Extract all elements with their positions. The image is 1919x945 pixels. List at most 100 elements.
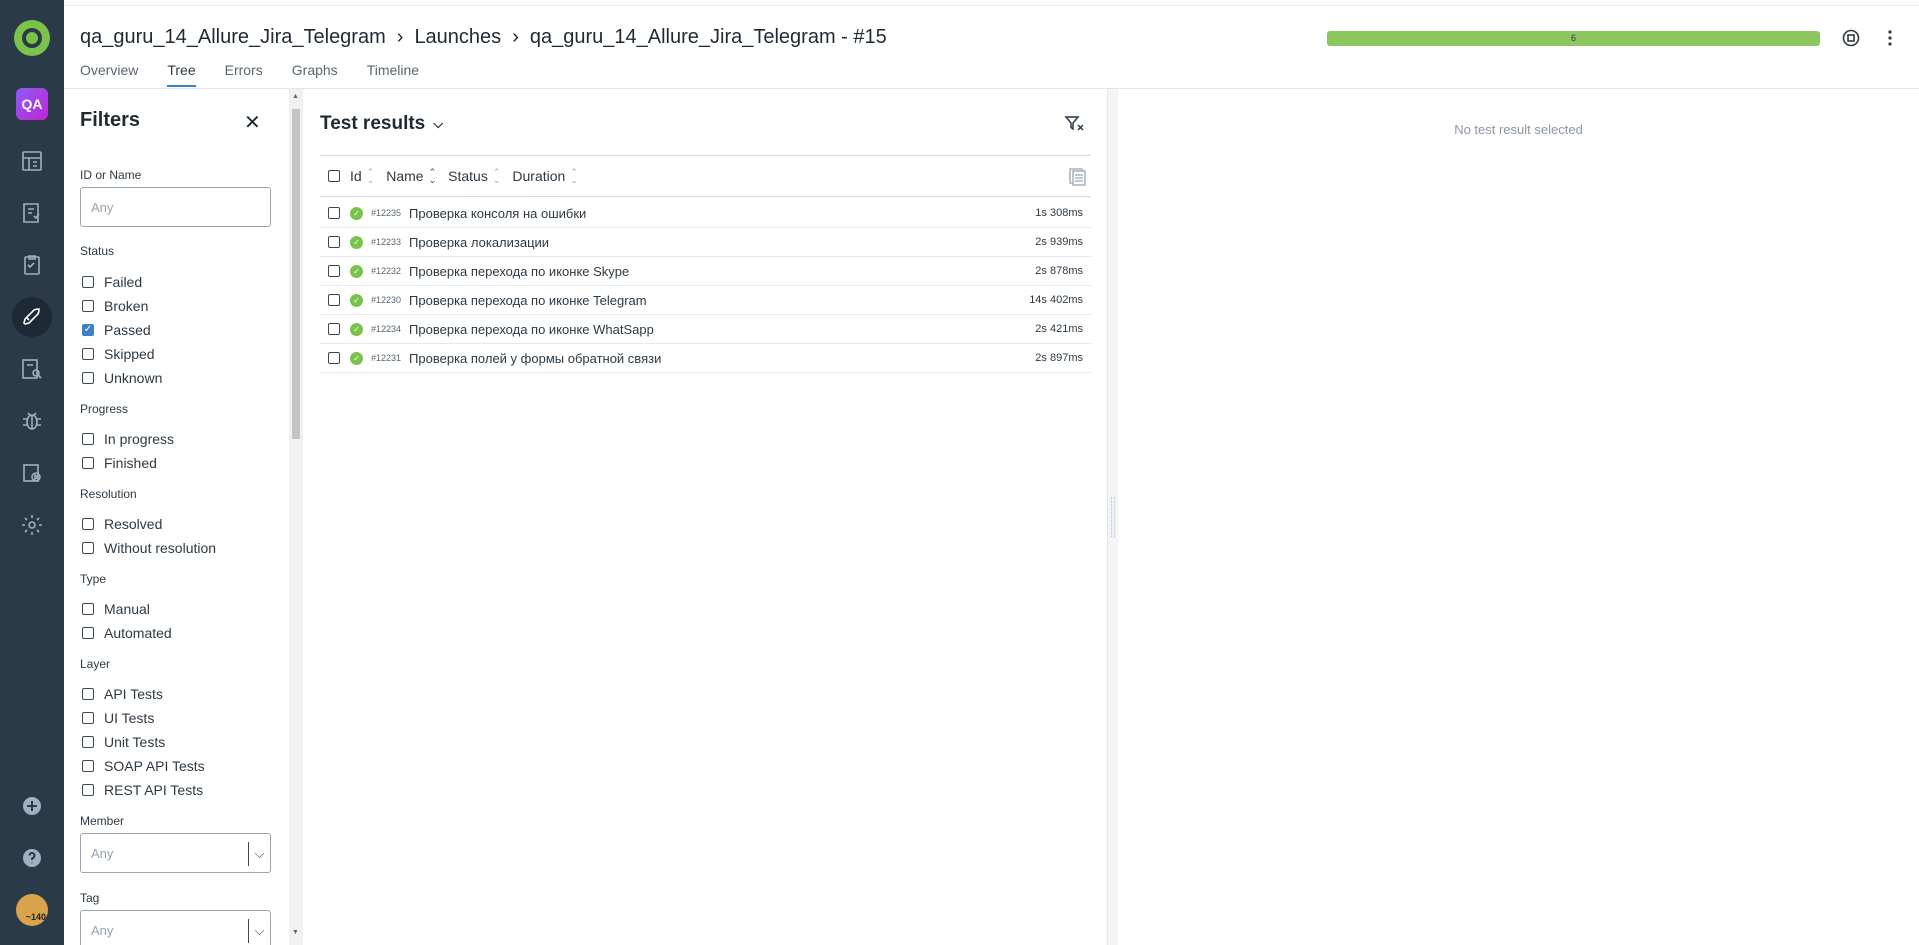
row-checkbox[interactable] xyxy=(328,207,340,219)
column-duration[interactable]: Duration ⌃ ⌄ xyxy=(512,167,578,185)
layer-soap-checkbox[interactable]: SOAP API Tests xyxy=(82,758,205,774)
launches-icon[interactable] xyxy=(12,297,52,337)
row-checkbox[interactable] xyxy=(328,294,340,306)
table-row[interactable]: ✓ #12233 Проверка локализации 2s 939ms xyxy=(320,228,1091,257)
results-table-header: Id ⌃ ⌄ Name ⌃ ⌄ Status ⌃ ⌄ Duration ⌃ ⌄ xyxy=(320,155,1091,197)
row-name: Проверка перехода по иконке WhatSapp xyxy=(409,321,654,337)
allure-logo-icon[interactable] xyxy=(14,20,50,56)
type-label: Type xyxy=(80,572,107,586)
table-row[interactable]: ✓ #12234 Проверка перехода по иконке Wha… xyxy=(320,315,1091,344)
resolution-without-checkbox[interactable]: Without resolution xyxy=(82,540,216,556)
type-manual-checkbox[interactable]: Manual xyxy=(82,601,150,617)
help-icon[interactable] xyxy=(12,838,52,878)
settings-icon[interactable] xyxy=(12,505,52,545)
column-id[interactable]: Id ⌃ ⌄ xyxy=(350,167,375,185)
columns-settings-icon[interactable] xyxy=(1067,166,1087,186)
layer-api-checkbox[interactable]: API Tests xyxy=(82,686,163,702)
tab-timeline[interactable]: Timeline xyxy=(367,62,419,87)
row-id: #12231 xyxy=(371,353,402,363)
row-id: #12232 xyxy=(371,266,402,276)
test-results-title[interactable]: Test results ⌵ xyxy=(320,113,443,135)
type-automated-checkbox[interactable]: Automated xyxy=(82,625,172,641)
tab-errors[interactable]: Errors xyxy=(225,62,263,87)
defects-icon[interactable] xyxy=(12,401,52,441)
launch-tabs: Overview Tree Errors Graphs Timeline xyxy=(80,62,448,87)
resolution-resolved-checkbox[interactable]: Resolved xyxy=(82,516,162,532)
project-badge[interactable]: QA xyxy=(16,88,48,120)
resize-handle-icon[interactable] xyxy=(1111,497,1115,537)
user-avatar[interactable]: ~140 xyxy=(16,894,48,926)
jobs-icon[interactable] xyxy=(12,453,52,493)
test-cases-icon[interactable] xyxy=(12,193,52,233)
scroll-up-icon[interactable]: ▲ xyxy=(292,93,299,100)
status-unknown-checkbox[interactable]: Unknown xyxy=(82,370,162,386)
member-label: Member xyxy=(80,814,125,828)
table-row[interactable]: ✓ #12230 Проверка перехода по иконке Tel… xyxy=(320,286,1091,315)
row-id: #12233 xyxy=(371,237,402,247)
layer-rest-checkbox[interactable]: REST API Tests xyxy=(82,782,203,798)
row-id: #12235 xyxy=(371,208,402,218)
table-row[interactable]: ✓ #12232 Проверка перехода по иконке Sky… xyxy=(320,257,1091,286)
row-duration: 14s 402ms xyxy=(1029,294,1083,306)
tab-graphs[interactable]: Graphs xyxy=(292,62,338,87)
passed-status-icon: ✓ xyxy=(350,264,363,278)
layer-ui-checkbox[interactable]: UI Tests xyxy=(82,710,154,726)
sort-icon: ⌃ ⌄ xyxy=(366,167,375,185)
close-icon[interactable]: ✕ xyxy=(244,113,261,133)
row-checkbox[interactable] xyxy=(328,323,340,335)
column-name[interactable]: Name ⌃ ⌄ xyxy=(386,167,437,185)
row-checkbox[interactable] xyxy=(328,236,340,248)
status-failed-checkbox[interactable]: Failed xyxy=(82,274,142,290)
passed-status-icon: ✓ xyxy=(350,322,363,336)
row-name: Проверка полей у формы обратной связи xyxy=(409,350,662,366)
passed-status-icon: ✓ xyxy=(350,293,363,307)
passed-status-icon: ✓ xyxy=(350,206,363,220)
chevron-right-icon: › xyxy=(512,26,519,48)
breadcrumb: qa_guru_14_Allure_Jira_Telegram › Launch… xyxy=(80,26,887,49)
analytics-icon[interactable] xyxy=(12,349,52,389)
progress-label: Progress xyxy=(80,402,129,416)
select-all-checkbox[interactable] xyxy=(328,170,340,182)
row-duration: 2s 878ms xyxy=(1035,265,1083,277)
status-passed-checkbox[interactable]: ✓ Passed xyxy=(82,322,151,338)
status-broken-checkbox[interactable]: Broken xyxy=(82,298,148,314)
tab-overview[interactable]: Overview xyxy=(80,62,138,87)
layer-unit-checkbox[interactable]: Unit Tests xyxy=(82,734,165,750)
breadcrumb-project[interactable]: qa_guru_14_Allure_Jira_Telegram xyxy=(80,26,386,49)
member-select[interactable]: Any ⌵ xyxy=(80,833,271,873)
table-row[interactable]: ✓ #12235 Проверка консоля на ошибки 1s 3… xyxy=(320,199,1091,228)
table-row[interactable]: ✓ #12231 Проверка полей у формы обратной… xyxy=(320,344,1091,373)
row-checkbox[interactable] xyxy=(328,265,340,277)
column-status[interactable]: Status ⌃ ⌄ xyxy=(448,168,500,185)
scrollbar-thumb[interactable] xyxy=(292,109,300,439)
row-name: Проверка перехода по иконке Skype xyxy=(409,263,630,279)
row-id: #12230 xyxy=(371,295,402,305)
progress-in-progress-checkbox[interactable]: In progress xyxy=(82,431,174,447)
row-duration: 1s 308ms xyxy=(1035,207,1083,219)
chevron-down-icon: ⌵ xyxy=(248,919,270,943)
dashboard-icon[interactable] xyxy=(12,141,52,181)
filters-scrollbar[interactable]: ▲ ▼ xyxy=(289,89,303,945)
clear-filter-icon[interactable] xyxy=(1063,113,1085,135)
add-icon[interactable] xyxy=(12,786,52,826)
row-duration: 2s 897ms xyxy=(1035,352,1083,364)
chevron-down-icon: ⌵ xyxy=(433,116,444,131)
scroll-down-icon[interactable]: ▼ xyxy=(292,929,299,936)
tab-tree[interactable]: Tree xyxy=(167,62,196,87)
test-plans-icon[interactable] xyxy=(12,245,52,285)
breadcrumb-launches[interactable]: Launches xyxy=(414,26,501,49)
breadcrumb-launch: qa_guru_14_Allure_Jira_Telegram - #15 xyxy=(529,26,887,48)
test-results-panel: Test results ⌵ Id ⌃ ⌄ Name ⌃ ⌄ Status ⌃ ⌄ Dura… xyxy=(303,89,1108,945)
more-vertical-icon[interactable] xyxy=(1878,26,1902,50)
progress-finished-checkbox[interactable]: Finished xyxy=(82,455,157,471)
status-label: Status xyxy=(80,244,115,258)
status-skipped-checkbox[interactable]: Skipped xyxy=(82,346,155,362)
sort-icon: ⌃ ⌄ xyxy=(570,167,578,185)
tag-select[interactable]: Any ⌵ xyxy=(80,910,271,945)
row-checkbox[interactable] xyxy=(328,352,340,364)
row-name: Проверка перехода по иконке Telegram xyxy=(409,292,647,308)
stop-circle-icon[interactable] xyxy=(1839,26,1863,50)
sort-icon: ⌃ ⌄ xyxy=(428,167,437,185)
id-or-name-input[interactable]: Any xyxy=(80,187,271,227)
app-sidebar: QA ~140 xyxy=(0,0,64,945)
